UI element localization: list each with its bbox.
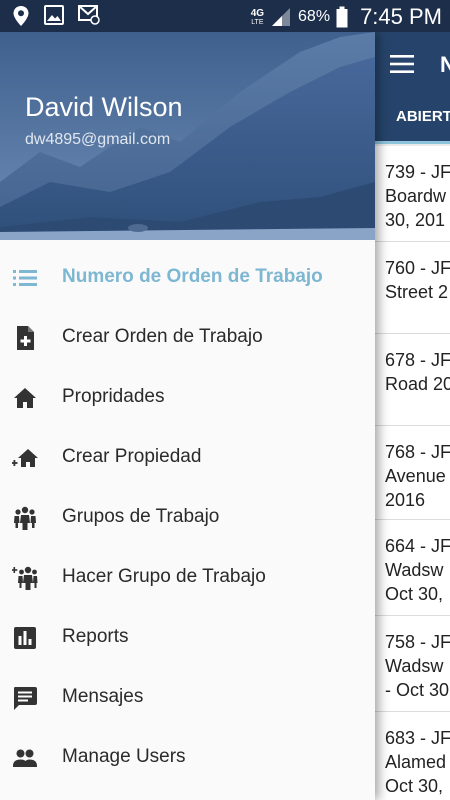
add-document-icon	[17, 326, 34, 350]
work-order-text: Alamed	[385, 752, 447, 772]
users-icon	[13, 749, 37, 767]
user-email: dw4895@gmail.com	[25, 131, 171, 148]
menu-label: Numero de Orden de Trabajo	[62, 266, 323, 287]
work-order-list: 739 - JF Boardw 30, 201 760 - JF Street 2 678…	[375, 146, 450, 800]
work-order-row[interactable]: 758 - JF Wadsw - Oct 30	[375, 616, 450, 712]
network-type: 4G	[250, 7, 265, 19]
work-order-text: Oct 30,	[385, 776, 444, 796]
work-order-text: Oct 30,	[385, 584, 444, 604]
clock-time: 7:45 PM	[360, 4, 442, 29]
menu-item-properties[interactable]: Propridades	[0, 368, 375, 428]
work-order-text: Wadsw	[385, 656, 444, 676]
menu-item-create-property[interactable]: Crear Propiedad	[0, 428, 375, 488]
mail-notification-icon	[78, 5, 100, 25]
menu-item-make-work-group[interactable]: Hacer Grupo de Trabajo	[0, 548, 375, 608]
work-order-text: Avenue	[385, 466, 446, 486]
work-order-text: 760 - JF	[385, 258, 450, 278]
work-order-text: Street 2	[385, 282, 449, 302]
work-order-row[interactable]: 768 - JF Avenue 2016	[375, 426, 450, 520]
work-order-text: 30, 201	[385, 210, 446, 230]
work-order-text: - Oct 30	[385, 680, 450, 700]
menu-label: Manage Users	[62, 746, 186, 767]
menu-label: Crear Propiedad	[62, 446, 202, 467]
menu-item-create-work-order[interactable]: Crear Orden de Trabajo	[0, 308, 375, 368]
gallery-icon	[44, 5, 64, 25]
menu-label: Hacer Grupo de Trabajo	[62, 566, 266, 587]
menu-label: Mensajes	[62, 686, 144, 707]
work-order-row[interactable]: 760 - JF Street 2	[375, 242, 450, 334]
work-order-row[interactable]: 739 - JF Boardw 30, 201	[375, 146, 450, 242]
menu-item-messages[interactable]: Mensajes	[0, 668, 375, 728]
add-home-icon	[12, 449, 38, 467]
user-name: David Wilson	[25, 92, 183, 122]
battery-percent: 68%	[298, 8, 331, 25]
work-order-text: 683 - JF	[385, 728, 450, 748]
group-icon	[14, 506, 36, 530]
message-icon	[14, 687, 37, 710]
work-order-row[interactable]: 683 - JF Alamed Oct 30,	[375, 712, 450, 800]
chart-icon	[14, 627, 36, 649]
menu-item-manage-users[interactable]: Manage Users	[0, 728, 375, 788]
menu-label: Reports	[62, 626, 129, 647]
location-icon	[13, 6, 29, 26]
signal-icon	[272, 8, 291, 26]
menu-item-work-groups[interactable]: Grupos de Trabajo	[0, 488, 375, 548]
work-order-text: 768 - JF	[385, 442, 450, 462]
menu-label: Grupos de Trabajo	[62, 506, 220, 527]
work-order-text: 739 - JF	[385, 162, 450, 182]
tab-open[interactable]: ABIERT	[396, 108, 450, 125]
hamburger-menu-icon[interactable]	[390, 55, 414, 73]
toolbar-title: N	[440, 52, 450, 77]
drawer-header: David Wilson dw4895@gmail.com	[0, 32, 375, 240]
work-order-text: Wadsw	[385, 560, 444, 580]
tab-indicator	[375, 141, 450, 144]
menu-item-work-order-numbers[interactable]: Numero de Orden de Trabajo	[0, 248, 375, 308]
battery-icon	[336, 6, 348, 28]
add-group-icon	[12, 566, 38, 590]
app-toolbar	[375, 32, 450, 144]
work-order-text: 678 - JF	[385, 350, 450, 370]
list-icon	[13, 270, 37, 286]
menu-item-reports[interactable]: Reports	[0, 608, 375, 668]
network-subtype: LTE	[251, 18, 264, 26]
home-icon	[14, 388, 36, 408]
navigation-drawer: David Wilson dw4895@gmail.com Numero de …	[0, 32, 375, 800]
drawer-menu: Numero de Orden de Trabajo Crear Orden d…	[0, 240, 375, 788]
work-order-text: 758 - JF	[385, 632, 450, 652]
menu-label: Crear Orden de Trabajo	[62, 326, 263, 347]
work-order-text: 664 - JF	[385, 536, 450, 556]
menu-label: Propridades	[62, 386, 165, 407]
work-order-text: Boardw	[385, 186, 447, 206]
work-order-row[interactable]: 678 - JF Road 20	[375, 334, 450, 426]
status-bar: 4G LTE 68% 7:45 PM	[0, 0, 450, 32]
work-order-text: 2016	[385, 490, 426, 510]
work-order-row[interactable]: 664 - JF Wadsw Oct 30,	[375, 520, 450, 616]
network-indicator: 4G LTE	[250, 7, 265, 26]
work-order-text: Road 20	[385, 374, 450, 394]
